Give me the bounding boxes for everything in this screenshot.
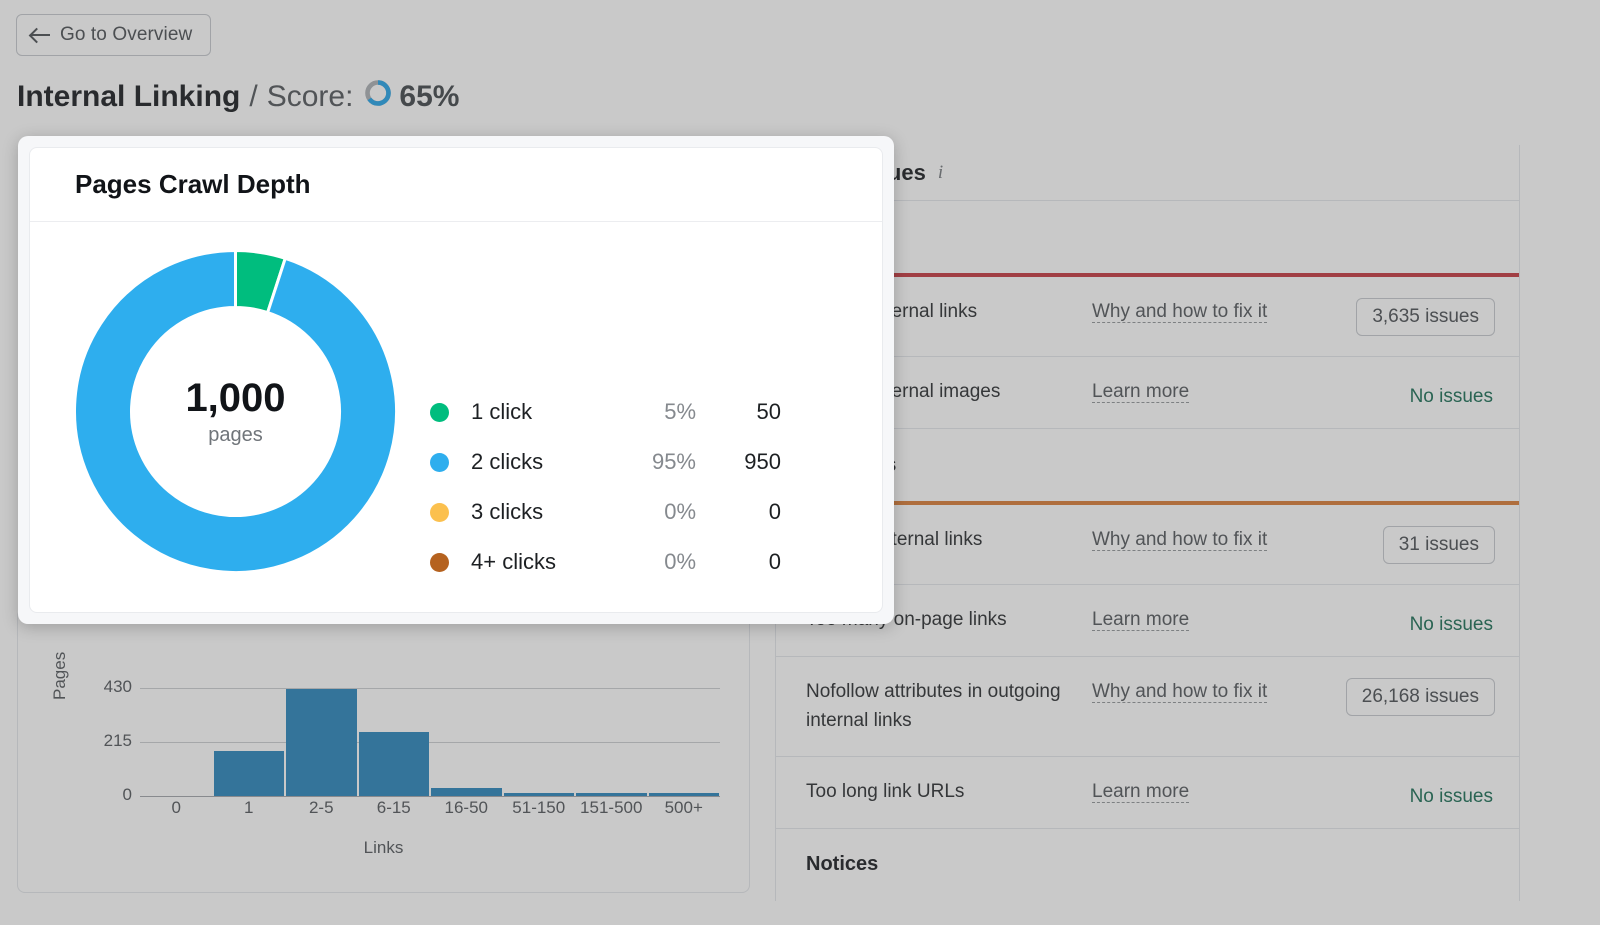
modal-card: Pages Crawl Depth 1,000 pages 1 click 5% 5… bbox=[29, 147, 883, 613]
legend-label: 2 clicks bbox=[471, 449, 544, 474]
legend-percent: 95% bbox=[651, 449, 696, 474]
modal-body: 1,000 pages 1 click 5% 50 2 clicks 95% 950 3 c… bbox=[30, 222, 882, 612]
legend-percent: 5% bbox=[664, 399, 696, 424]
legend-item[interactable]: 4+ clicks 0% 0 bbox=[430, 537, 781, 587]
donut-legend: 1 click 5% 50 2 clicks 95% 950 3 clicks 0% 0 4+ c… bbox=[430, 387, 781, 587]
legend-label: 3 clicks bbox=[471, 499, 544, 524]
legend-color-swatch bbox=[430, 552, 449, 572]
legend-color-swatch bbox=[430, 452, 449, 472]
legend-label: 4+ clicks bbox=[471, 549, 556, 574]
legend-item[interactable]: 3 clicks 0% 0 bbox=[430, 487, 781, 537]
donut-slice[interactable] bbox=[73, 248, 398, 574]
legend-count: 50 bbox=[756, 399, 781, 424]
legend-color-swatch bbox=[430, 402, 449, 422]
crawl-depth-donut-chart: 1,000 pages bbox=[73, 244, 398, 579]
pages-crawl-depth-modal: Pages Crawl Depth 1,000 pages 1 click 5% 5… bbox=[18, 136, 894, 624]
legend-count: 950 bbox=[744, 449, 781, 474]
legend-item[interactable]: 2 clicks 95% 950 bbox=[430, 437, 781, 487]
legend-label: 1 click bbox=[471, 399, 533, 424]
legend-percent: 0% bbox=[664, 499, 696, 524]
legend-count: 0 bbox=[768, 499, 781, 524]
legend-percent: 0% bbox=[664, 549, 696, 574]
modal-title: Pages Crawl Depth bbox=[30, 148, 882, 222]
legend-color-swatch bbox=[430, 502, 449, 522]
legend-item[interactable]: 1 click 5% 50 bbox=[430, 387, 781, 437]
legend-count: 0 bbox=[768, 549, 781, 574]
